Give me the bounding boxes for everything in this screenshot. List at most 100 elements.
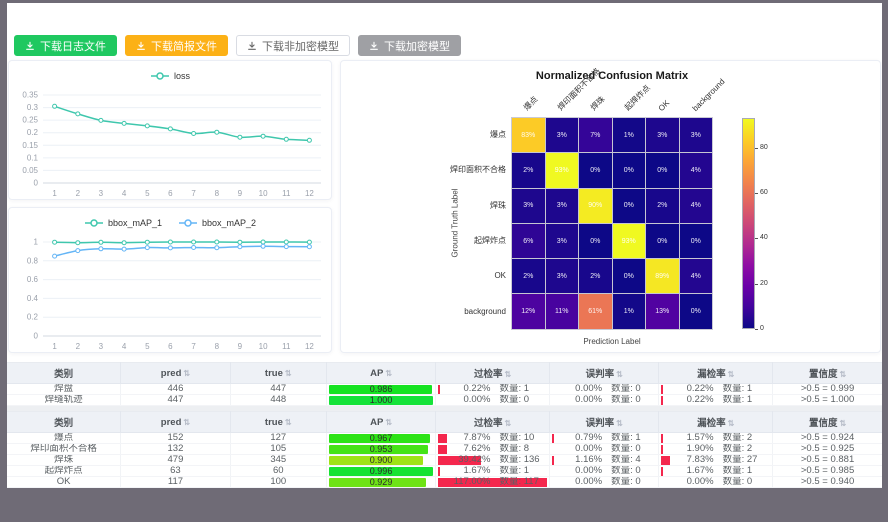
- matrix-cell: 0%: [646, 153, 679, 187]
- table-row: OK1171000.929117.00%数量: 1170.00%数量: 00.0…: [7, 477, 882, 488]
- column-header-漏检率[interactable]: 漏检率⇅: [659, 363, 773, 384]
- column-header-pred[interactable]: pred⇅: [121, 412, 230, 433]
- rate-count: 数量: 0: [602, 384, 641, 394]
- matrix-col-label: 焊珠: [589, 94, 608, 113]
- svg-text:1: 1: [34, 238, 39, 247]
- matrix-cell: 93%: [613, 224, 646, 258]
- column-header-置信度[interactable]: 置信度⇅: [773, 363, 882, 384]
- legend-item-loss[interactable]: loss: [150, 71, 190, 81]
- table-row: 焊印面积不合格1321050.9537.62%数量: 80.00%数量: 01.…: [7, 444, 882, 455]
- column-header-误判率[interactable]: 误判率⇅: [550, 412, 659, 433]
- ap-value: 0.967: [329, 433, 433, 443]
- column-header-过检率[interactable]: 过检率⇅: [436, 363, 550, 384]
- colorbar-tick-label: 0: [760, 325, 764, 333]
- column-header-label: 漏检率: [697, 418, 726, 429]
- legend-item-bbox_mAP_1[interactable]: bbox_mAP_1: [84, 218, 162, 228]
- colorbar-tick-label: 40: [760, 234, 768, 242]
- loss-chart-card: loss 00.050.10.150.20.250.30.35123456789…: [8, 60, 332, 200]
- miss-rate-cell: 7.83%数量: 27: [659, 455, 773, 466]
- download-button-4[interactable]: 下载加密模型: [358, 35, 461, 56]
- legend-marker-icon: [150, 71, 170, 81]
- matrix-cell: 3%: [646, 118, 679, 152]
- pred-cell: 63: [121, 466, 230, 477]
- true-cell: 345: [230, 455, 326, 466]
- ap-value: 1.000: [329, 395, 433, 405]
- column-header-label: 置信度: [809, 418, 838, 429]
- sort-icon[interactable]: ⇅: [839, 370, 846, 379]
- misjudge-rate-cell: 0.00%数量: 0: [550, 466, 659, 477]
- colorbar-tick-label: 60: [760, 189, 768, 197]
- rate-count: 数量: 4: [602, 455, 641, 465]
- colorbar-tick: [755, 193, 758, 194]
- column-header-label: pred: [161, 368, 182, 379]
- sort-icon[interactable]: ⇅: [728, 370, 735, 379]
- left-column: loss 00.050.10.150.20.250.30.35123456789…: [8, 60, 332, 353]
- column-header-过检率[interactable]: 过检率⇅: [436, 412, 550, 433]
- sort-icon[interactable]: ⇅: [616, 419, 623, 428]
- rate-count: 数量: 0: [602, 395, 641, 405]
- rate-count: 数量: 2: [714, 433, 753, 443]
- line-chart-canvas: 00.20.40.60.81123456789101112: [9, 234, 331, 352]
- misjudge-rate-cell: 0.00%数量: 0: [550, 477, 659, 488]
- sort-icon[interactable]: ⇅: [839, 419, 846, 428]
- rate-count: 数量: 0: [490, 395, 529, 405]
- matrix-cell: 0%: [613, 259, 646, 293]
- download-button-3[interactable]: 下载非加密模型: [236, 35, 350, 56]
- column-header-误判率[interactable]: 误判率⇅: [550, 363, 659, 384]
- rate-percent: 1.16%: [552, 455, 602, 465]
- confidence-cell: >0.5 = 0.924: [773, 433, 882, 444]
- table-row: 焊珠4793450.90039.42%数量: 1361.16%数量: 47.83…: [7, 455, 882, 466]
- column-header-AP[interactable]: AP⇅: [326, 412, 435, 433]
- column-header-pred[interactable]: pred⇅: [121, 363, 230, 384]
- svg-text:0.2: 0.2: [27, 128, 39, 137]
- sort-icon[interactable]: ⇅: [616, 370, 623, 379]
- svg-text:8: 8: [215, 342, 220, 351]
- sort-icon[interactable]: ⇅: [385, 418, 392, 427]
- matrix-row-label: background: [341, 307, 506, 317]
- matrix-row-label: 起焊炸点: [341, 236, 506, 246]
- true-cell: 447: [230, 384, 326, 395]
- ap-cell: 0.953: [326, 444, 435, 455]
- sort-icon[interactable]: ⇅: [505, 370, 512, 379]
- sort-icon[interactable]: ⇅: [183, 369, 190, 378]
- column-header-label: true: [265, 417, 283, 428]
- matrix-cell: 0%: [680, 294, 713, 328]
- download-button-2[interactable]: 下载简报文件: [125, 35, 228, 56]
- ap-value: 0.986: [329, 384, 433, 394]
- legend-item-bbox_mAP_2[interactable]: bbox_mAP_2: [178, 218, 256, 228]
- download-icon: [247, 41, 257, 51]
- svg-text:0.35: 0.35: [22, 91, 38, 100]
- matrix-cell: 90%: [579, 189, 612, 223]
- column-header-AP[interactable]: AP⇅: [326, 363, 435, 384]
- rate-percent: 7.87%: [438, 433, 490, 443]
- column-header-类别: 类别: [7, 412, 121, 433]
- page: 下载日志文件下载简报文件下载非加密模型下载加密模型 loss 00.050.10…: [7, 3, 882, 488]
- download-button-1[interactable]: 下载日志文件: [14, 35, 117, 56]
- sort-icon[interactable]: ⇅: [385, 369, 392, 378]
- ap-cell: 0.929: [326, 477, 435, 488]
- column-header-漏检率[interactable]: 漏检率⇅: [659, 412, 773, 433]
- matrix-cell: 1%: [613, 118, 646, 152]
- true-cell: 448: [230, 395, 326, 406]
- matrix-col-label: background: [690, 77, 726, 113]
- legend-label: bbox_mAP_2: [202, 218, 256, 228]
- svg-text:0.05: 0.05: [22, 166, 38, 175]
- summary-table-1: 类别pred⇅true⇅AP⇅过检率⇅误判率⇅漏检率⇅置信度⇅焊盘4464470…: [7, 362, 882, 406]
- summary-table-2: 类别pred⇅true⇅AP⇅过检率⇅误判率⇅漏检率⇅置信度⇅爆点1521270…: [7, 411, 882, 488]
- sort-icon[interactable]: ⇅: [183, 418, 190, 427]
- column-header-true[interactable]: true⇅: [230, 363, 326, 384]
- column-header-label: 置信度: [809, 369, 838, 380]
- matrix-cell: 4%: [680, 153, 713, 187]
- sort-icon[interactable]: ⇅: [728, 419, 735, 428]
- confidence-cell: >0.5 = 0.999: [773, 384, 882, 395]
- rate-count: 数量: 117: [490, 477, 538, 487]
- column-header-置信度[interactable]: 置信度⇅: [773, 412, 882, 433]
- sort-icon[interactable]: ⇅: [285, 369, 292, 378]
- column-header-label: 过检率: [474, 418, 503, 429]
- sort-icon[interactable]: ⇅: [285, 418, 292, 427]
- column-header-true[interactable]: true⇅: [230, 412, 326, 433]
- svg-text:0.2: 0.2: [27, 313, 39, 322]
- charts-row: loss 00.050.10.150.20.250.30.35123456789…: [7, 60, 882, 353]
- class-name-cell: 焊盘: [7, 384, 121, 395]
- sort-icon[interactable]: ⇅: [505, 419, 512, 428]
